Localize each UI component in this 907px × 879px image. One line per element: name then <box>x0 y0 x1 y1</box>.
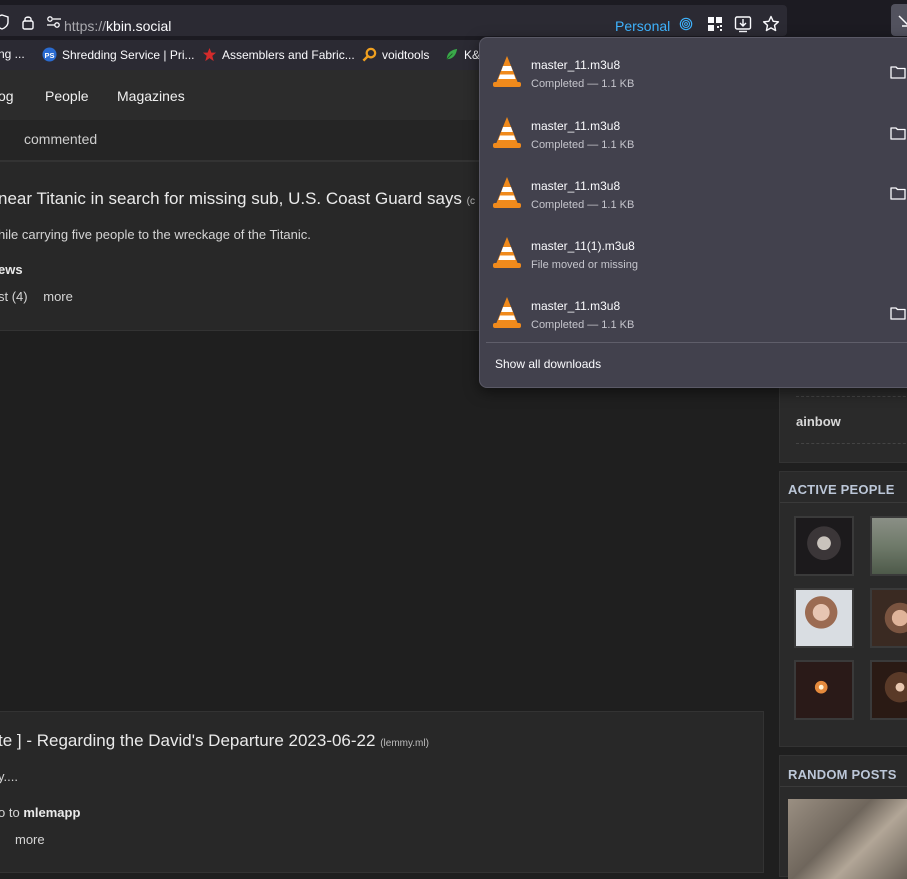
permissions-icon[interactable] <box>46 14 62 30</box>
download-item[interactable]: master_11(1).m3u8 File moved or missing <box>480 222 907 282</box>
avatar[interactable] <box>794 660 854 720</box>
folder-icon[interactable] <box>890 186 906 200</box>
shield-icon[interactable] <box>0 14 10 30</box>
download-filename: master_11.m3u8 <box>531 119 621 133</box>
active-people-title: ACTIVE PEOPLE <box>788 482 895 497</box>
entry-magazine-line: o to mlemapp <box>0 805 80 820</box>
vlc-file-icon <box>493 237 521 268</box>
bookmark-item[interactable]: ng ... <box>0 47 25 61</box>
entry-magazine[interactable]: mlemapp <box>23 805 80 820</box>
shredding-favicon-icon: PS <box>42 47 57 62</box>
divider <box>486 342 907 343</box>
entry-title-text: near Titanic in search for missing sub, … <box>0 189 462 208</box>
sidebar-magazine-item[interactable]: ainbow <box>796 414 841 429</box>
bookmark-item[interactable]: PS Shredding Service | Pri... <box>42 47 195 62</box>
random-posts-panel: RANDOM POSTS <box>779 755 907 879</box>
entry-body: y.... <box>0 769 18 784</box>
bookmark-label: Assemblers and Fabric... <box>222 47 355 62</box>
active-people-panel: ACTIVE PEOPLE <box>779 471 907 747</box>
nav-link-people[interactable]: People <box>45 88 89 104</box>
svg-text:PS: PS <box>44 51 54 60</box>
download-item[interactable]: master_11.m3u8 Completed — 1.1 KB <box>480 102 907 162</box>
avatar[interactable] <box>794 588 854 648</box>
nav-link-blog[interactable]: og <box>0 88 14 104</box>
downloads-button[interactable] <box>891 4 907 36</box>
vlc-file-icon <box>493 177 521 208</box>
entry-title-text: te ] - Regarding the David's Departure 2… <box>0 731 376 750</box>
entry-to-prefix: o to <box>0 805 20 820</box>
random-posts-title: RANDOM POSTS <box>788 767 897 782</box>
download-status: Completed — 1.1 KB <box>531 139 635 151</box>
container-label[interactable]: Personal <box>615 18 670 34</box>
address-bar[interactable]: https://kbin.social Personal <box>0 5 787 36</box>
sidebar-magazines-list: ainbow <box>779 380 907 463</box>
avatar[interactable] <box>870 516 907 576</box>
download-item[interactable]: master_11.m3u8 Completed — 1.1 KB <box>480 282 907 342</box>
show-all-downloads-link[interactable]: Show all downloads <box>495 357 601 371</box>
bookmark-item[interactable]: Assemblers and Fabric... <box>202 47 355 62</box>
folder-icon[interactable] <box>890 306 906 320</box>
avatar[interactable] <box>870 588 907 648</box>
sort-tab-commented[interactable]: commented <box>24 131 97 147</box>
divider <box>796 443 907 444</box>
leaf-favicon-icon <box>446 48 458 60</box>
folder-icon[interactable] <box>890 65 906 79</box>
url-host: kbin.social <box>106 18 172 34</box>
download-status: Completed — 1.1 KB <box>531 78 635 90</box>
avatar[interactable] <box>870 660 907 720</box>
url-scheme: https:// <box>64 18 107 34</box>
fingerprint-icon <box>679 17 693 31</box>
lock-icon[interactable] <box>20 14 36 30</box>
magnifier-favicon-icon <box>362 47 377 62</box>
browser-toolbar: https://kbin.social Personal <box>0 0 907 40</box>
random-post-thumbnail[interactable] <box>788 799 907 879</box>
download-status: Completed — 1.1 KB <box>531 319 635 331</box>
bookmark-label: ng ... <box>0 47 25 61</box>
qr-code-icon[interactable] <box>706 15 724 33</box>
vlc-file-icon <box>493 117 521 148</box>
url-text[interactable]: https://kbin.social <box>64 18 171 34</box>
bookmark-star-icon[interactable] <box>762 15 780 33</box>
entry-actions: st (4) more <box>0 289 73 304</box>
nav-link-magazines[interactable]: Magazines <box>117 88 185 104</box>
vlc-file-icon <box>493 297 521 328</box>
bookmark-item[interactable]: voidtools <box>362 47 429 62</box>
divider <box>796 396 907 397</box>
entry-card: te ] - Regarding the David's Departure 2… <box>0 711 764 873</box>
entry-magazine[interactable]: ews <box>0 262 23 277</box>
download-item[interactable]: master_11.m3u8 Completed — 1.1 KB <box>480 162 907 222</box>
entry-comment-count[interactable]: st (4) <box>0 289 28 304</box>
download-item[interactable]: master_11.m3u8 Completed — 1.1 KB <box>480 41 907 101</box>
save-page-icon[interactable] <box>734 15 752 33</box>
vlc-file-icon <box>493 56 521 87</box>
downloads-panel: master_11.m3u8 Completed — 1.1 KB master… <box>479 37 907 388</box>
bookmark-label: voidtools <box>382 47 430 62</box>
entry-domain[interactable]: (c <box>467 196 475 207</box>
entry-title[interactable]: te ] - Regarding the David's Departure 2… <box>0 731 429 751</box>
download-status: Completed — 1.1 KB <box>531 199 635 211</box>
download-status: File moved or missing <box>531 259 638 271</box>
download-filename: master_11.m3u8 <box>531 58 621 72</box>
entry-more-link[interactable]: more <box>43 289 73 304</box>
star-favicon-icon <box>202 47 217 62</box>
download-filename: master_11.m3u8 <box>531 299 621 313</box>
entry-domain[interactable]: (lemmy.ml) <box>380 738 429 749</box>
download-filename: master_11.m3u8 <box>531 179 621 193</box>
bookmark-label: Shredding Service | Pri... <box>62 47 195 62</box>
entry-title[interactable]: near Titanic in search for missing sub, … <box>0 189 475 209</box>
download-arrow-icon <box>898 15 907 27</box>
folder-icon[interactable] <box>890 126 906 140</box>
download-filename: master_11(1).m3u8 <box>531 239 635 253</box>
avatar[interactable] <box>794 516 854 576</box>
entry-body: hile carrying five people to the wreckag… <box>0 227 311 242</box>
entry-more-link[interactable]: more <box>15 832 45 847</box>
bookmark-label: K& <box>464 47 481 62</box>
bookmark-item[interactable]: K& <box>444 47 480 62</box>
